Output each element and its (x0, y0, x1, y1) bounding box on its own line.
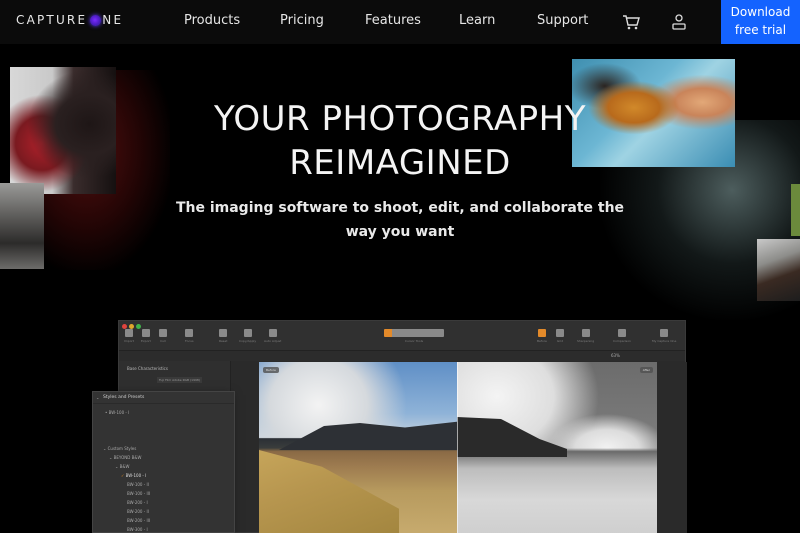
style-tree-item[interactable]: BW-200 - I (127, 500, 148, 505)
split-divider[interactable] (457, 362, 458, 533)
app-toolbar: Import Export Cull Focus Reset Copy/Appl… (119, 321, 685, 351)
style-tree-item[interactable]: ✓ BW-100 - I (121, 473, 146, 478)
logo-text: CAPTURE (16, 13, 88, 27)
nav-products[interactable]: Products (184, 13, 240, 28)
nav-features[interactable]: Features (365, 13, 421, 28)
toolbar-cursor-tools: Cursor Tools (384, 329, 444, 343)
style-tree-item[interactable]: BW-300 - I (127, 527, 148, 532)
styles-presets-panel: ⌄ Styles and Presets • BW-100 - I ⌄ Cust… (92, 391, 235, 533)
toolbar-copy-apply: Copy/Apply (239, 329, 256, 343)
style-tree-item[interactable]: BW-100 - III (127, 491, 150, 496)
user-icon[interactable] (669, 12, 689, 32)
before-tag: Before (263, 367, 279, 373)
checkmark-icon: ✓ (121, 473, 125, 478)
collapse-chevron-icon[interactable]: ⌄ (96, 395, 99, 400)
download-free-trial-button[interactable]: Download free trial (721, 0, 800, 44)
logo-text-end: NE (102, 13, 124, 27)
hero-title-line-2: REIMAGINED (289, 143, 511, 183)
cta-line-1: Download (730, 5, 791, 19)
focus-icon (185, 329, 194, 337)
copy-apply-icon (243, 329, 252, 337)
auto-adjust-icon (268, 329, 277, 337)
toolbar-export: Export (141, 329, 151, 343)
cart-icon[interactable] (622, 12, 642, 32)
grid-icon (556, 329, 564, 337)
cursor-tools-icon (384, 329, 444, 337)
reset-icon (219, 329, 228, 337)
logo-o-icon (90, 14, 102, 26)
nav-support[interactable]: Support (537, 13, 588, 28)
nav-pricing[interactable]: Pricing (280, 13, 324, 28)
styles-panel-header: ⌄ Styles and Presets (93, 392, 234, 404)
style-tree-item[interactable]: ⌄ BEYOND B&W (109, 455, 141, 460)
toolbar-before: Before (537, 329, 547, 343)
applied-style: • BW-100 - I (105, 410, 130, 415)
toolbar-auto-adjust: Auto Adjust (264, 329, 281, 343)
top-navigation: CAPTURE NE Products Pricing Features Lea… (0, 0, 800, 44)
toolbar-sharpening: Sharpening (577, 329, 594, 343)
styles-panel-title: Styles and Presets (103, 395, 145, 400)
toolbar-focus: Focus (185, 329, 194, 343)
comparison-icon (617, 329, 626, 337)
style-tree-item[interactable]: BW-200 - III (127, 518, 150, 523)
cta-line-2: free trial (734, 23, 787, 37)
cull-icon (159, 329, 167, 337)
capture-one-logo[interactable]: CAPTURE NE (16, 13, 123, 27)
toolbar-cull: Cull (159, 329, 167, 343)
photographer-photo-right (757, 239, 800, 301)
export-icon (141, 329, 150, 337)
import-icon (124, 329, 133, 337)
style-tree-item[interactable]: ⌄ B&W (115, 464, 129, 469)
hero-title-line-1: YOUR PHOTOGRAPHY (213, 99, 587, 139)
style-tree-item[interactable]: BW-200 - II (127, 509, 149, 514)
base-profile-value: Fuji Film Adobe RGB (1998) (157, 377, 202, 383)
after-tag: After (639, 367, 653, 373)
image-viewer: Before After (259, 362, 657, 533)
toolbar-my-capture-one: My Capture One (652, 329, 676, 343)
style-tree-item[interactable]: BW-100 - II (127, 482, 149, 487)
sharpening-icon (581, 329, 590, 337)
before-icon (537, 329, 546, 337)
zoom-level: 63% (611, 353, 620, 358)
toolbar-comparison: Comparison (613, 329, 631, 343)
my-capture-one-icon (660, 329, 669, 337)
toolbar-reset: Reset (219, 329, 227, 343)
app-subbar: 63% (119, 351, 685, 361)
hero-subtitle: The imaging software to shoot, edit, and… (175, 200, 625, 240)
green-photo (791, 184, 800, 236)
nav-learn[interactable]: Learn (459, 13, 495, 28)
right-strip (657, 362, 687, 533)
base-characteristics-title: Base Characteristics (127, 366, 168, 371)
style-tree-item[interactable]: ⌄ Custom Styles (103, 446, 136, 451)
camera-photo-left (0, 183, 44, 269)
toolbar-grid: Grid (556, 329, 564, 343)
toolbar-import: Import (124, 329, 134, 343)
